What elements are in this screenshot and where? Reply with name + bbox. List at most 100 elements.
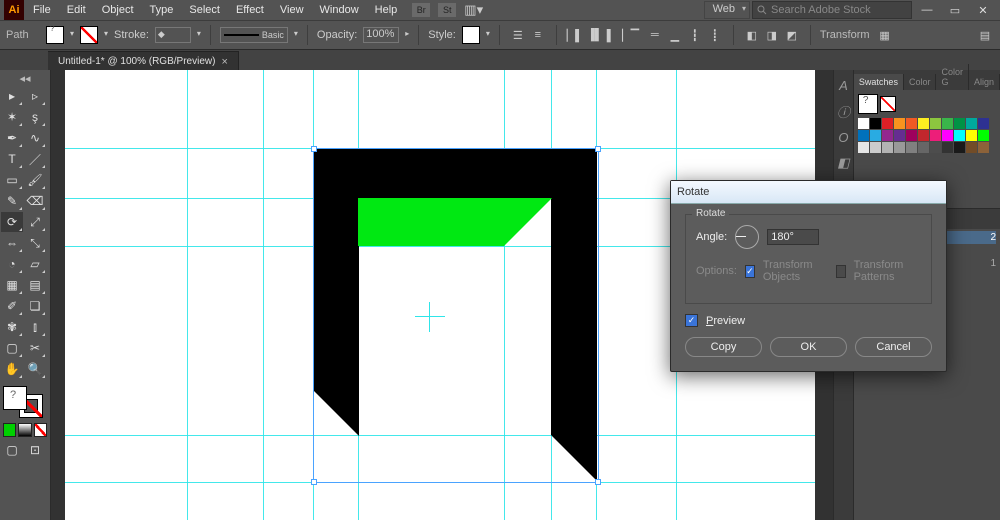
swatch[interactable] [954, 130, 965, 141]
opacity-field[interactable]: 100% [363, 27, 399, 43]
swatch[interactable] [978, 142, 989, 153]
align-right-icon[interactable]: ▌▕ [606, 27, 624, 43]
swatch[interactable] [930, 130, 941, 141]
menu-object[interactable]: Object [95, 0, 141, 20]
stock-button[interactable]: St [438, 3, 456, 17]
swatch[interactable] [858, 118, 869, 129]
menu-file[interactable]: File [26, 0, 58, 20]
align-icon[interactable]: ≡ [529, 27, 547, 43]
shaper-tool[interactable]: ✎ [1, 191, 23, 211]
angle-dial[interactable] [735, 225, 759, 249]
tab-swatches[interactable]: Swatches [854, 74, 904, 90]
swatch[interactable] [954, 142, 965, 153]
window-maximize[interactable]: ▭ [942, 4, 968, 17]
menu-help[interactable]: Help [368, 0, 405, 20]
align-bottom-icon[interactable]: ▁ [666, 27, 684, 43]
swatch[interactable] [918, 142, 929, 153]
line-tool[interactable]: ／ [24, 149, 46, 169]
swatch[interactable] [930, 118, 941, 129]
width-tool[interactable]: ⇔ [1, 233, 23, 253]
swatch[interactable] [882, 130, 893, 141]
close-tab-icon[interactable]: × [221, 56, 227, 68]
shape-builder-tool[interactable]: ◔ [1, 254, 23, 274]
stroke-swatch[interactable] [80, 26, 98, 44]
swatch[interactable] [858, 142, 869, 153]
align-vcenter-icon[interactable]: ═ [646, 27, 664, 43]
eyedropper-tool[interactable]: ✐ [1, 296, 23, 316]
lasso-tool[interactable]: ş [24, 107, 46, 127]
color-mode-buttons[interactable] [1, 421, 49, 439]
direct-selection-tool[interactable]: ▹ [24, 86, 46, 106]
swatch[interactable] [942, 130, 953, 141]
tab-color[interactable]: Color [904, 74, 937, 90]
swatch[interactable] [894, 118, 905, 129]
artboard-tool[interactable]: ▢ [1, 338, 23, 358]
dialog-titlebar[interactable]: Rotate [671, 181, 946, 204]
scale-tool[interactable]: ⤢ [24, 212, 46, 232]
swatch[interactable] [858, 130, 869, 141]
pen-tool[interactable]: ✒ [1, 128, 23, 148]
gradient-tool[interactable]: ▤ [24, 275, 46, 295]
menu-type[interactable]: Type [143, 0, 181, 20]
zoom-tool[interactable]: 🔍 [24, 359, 46, 379]
panel-icon[interactable]: ◧ [834, 154, 852, 172]
dist-icon[interactable]: ┋ [706, 27, 724, 43]
transform-link[interactable]: Transform [820, 29, 870, 41]
menu-effect[interactable]: Effect [229, 0, 271, 20]
cancel-button[interactable]: Cancel [855, 337, 932, 357]
shape-left-leg[interactable] [313, 148, 359, 390]
angle-field[interactable] [767, 229, 819, 245]
paintbrush-tool[interactable]: 🖌 [24, 170, 46, 190]
swatch[interactable] [918, 130, 929, 141]
eraser-tool[interactable]: ⌫ [24, 191, 46, 211]
swatch[interactable] [942, 118, 953, 129]
preview-checkbox[interactable]: ✓ [685, 314, 698, 327]
mesh-tool[interactable]: ▦ [1, 275, 23, 295]
align-top-icon[interactable]: ▔ [626, 27, 644, 43]
shape-right-leg[interactable] [551, 148, 597, 435]
magic-wand-tool[interactable]: ✶ [1, 107, 23, 127]
tab-colorguide[interactable]: Color G [936, 64, 969, 90]
stock-search[interactable]: Search Adobe Stock [752, 1, 912, 19]
hand-tool[interactable]: ✋ [1, 359, 23, 379]
shape-green-tri[interactable] [504, 198, 552, 246]
rectangle-tool[interactable]: ▭ [1, 170, 23, 190]
screen-mode[interactable]: ▢ [1, 440, 23, 460]
swatch[interactable] [918, 118, 929, 129]
panel-icon[interactable]: ⓘ [834, 102, 852, 120]
free-transform-tool[interactable]: ⤡ [24, 233, 46, 253]
shape-right-tri[interactable] [551, 435, 597, 481]
menu-edit[interactable]: Edit [60, 0, 93, 20]
tab-align[interactable]: Align [969, 74, 1000, 90]
arrange-icon[interactable]: ▥▾ [464, 2, 483, 18]
symbol-sprayer-tool[interactable]: ✾ [1, 317, 23, 337]
brush-definition[interactable]: Basic [220, 27, 288, 43]
swatch-grid[interactable] [858, 118, 996, 153]
shape-mode-icon[interactable]: ◧ [743, 27, 761, 43]
document-tab[interactable]: Untitled-1* @ 100% (RGB/Preview) × [48, 51, 239, 72]
selection-tool[interactable]: ▸ [1, 86, 23, 106]
rotate-tool[interactable]: ⟳ [1, 212, 23, 232]
panel-icon[interactable]: A [834, 76, 852, 94]
align-icon[interactable]: ☰ [509, 27, 527, 43]
none-swatch[interactable] [880, 96, 896, 112]
swatch[interactable] [906, 118, 917, 129]
curvature-tool[interactable]: ∿ [24, 128, 46, 148]
menu-select[interactable]: Select [182, 0, 227, 20]
menu-view[interactable]: View [273, 0, 311, 20]
swatch[interactable] [906, 130, 917, 141]
swatch[interactable] [894, 142, 905, 153]
swatch[interactable] [966, 130, 977, 141]
align-left-icon[interactable]: ▏▌ [566, 27, 584, 43]
graph-tool[interactable]: ⫾ [24, 317, 46, 337]
align-buttons[interactable]: ☰ ≡ [509, 27, 547, 43]
swatch[interactable] [870, 118, 881, 129]
shape-mode-icon[interactable]: ◨ [763, 27, 781, 43]
window-minimize[interactable]: — [914, 4, 940, 16]
swatch[interactable] [882, 118, 893, 129]
collapse-toolbox[interactable]: ◂◂ [1, 72, 49, 85]
slice-tool[interactable]: ✂ [24, 338, 46, 358]
swatch[interactable] [930, 142, 941, 153]
isolate-icon[interactable]: ▦ [876, 27, 894, 43]
window-close[interactable]: ✕ [970, 4, 996, 17]
